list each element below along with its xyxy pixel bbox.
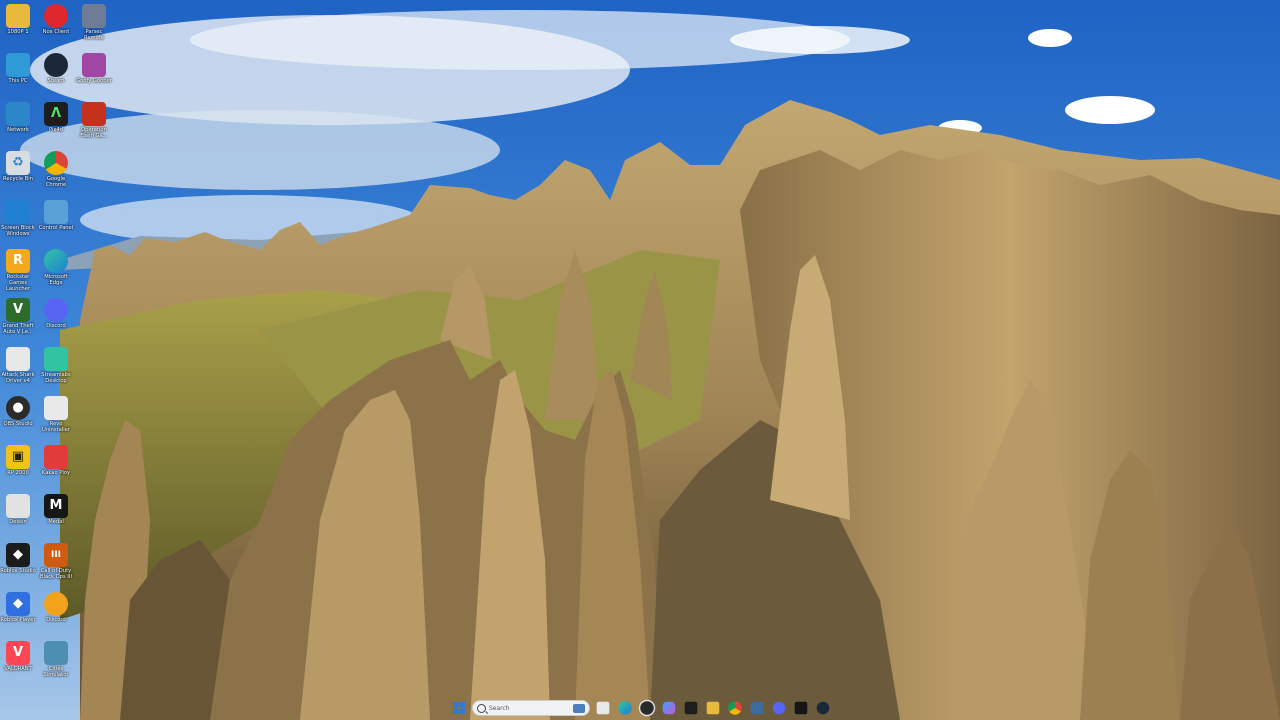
desktop-icon[interactable]: Parsec Remote xyxy=(76,2,112,52)
rabbit-icon xyxy=(6,494,30,518)
edge-button[interactable] xyxy=(618,701,632,715)
search-icon xyxy=(477,703,486,713)
obs-icon xyxy=(640,701,654,715)
obs-button[interactable] xyxy=(640,701,654,715)
desktop-icon[interactable]: Kakao Ploy xyxy=(38,443,74,493)
search-input[interactable]: Search xyxy=(472,700,590,716)
desktop-icon[interactable]: 1080P 1 xyxy=(0,2,36,52)
rockstar-icon: R xyxy=(6,249,30,273)
windows-icon xyxy=(453,702,465,714)
desktop-icon[interactable]: Goofy Goober xyxy=(76,51,112,101)
desktop-icon[interactable]: This PC xyxy=(0,51,36,101)
desktop-icon[interactable]: V Grand Theft Auto V Le... xyxy=(0,296,36,346)
desktop-icon[interactable]: Discord xyxy=(38,296,74,346)
computer-icon xyxy=(6,53,30,77)
recycle-bin-icon: ♻ xyxy=(6,151,30,175)
nox-client-icon xyxy=(44,4,68,28)
desktop-icon[interactable]: Operation Flash Ga... xyxy=(76,100,112,150)
desktop-icon[interactable]: Screen Block Windows xyxy=(0,198,36,248)
chrome-icon xyxy=(728,701,742,715)
robot-icon: ▣ xyxy=(6,445,30,469)
desktop-icon[interactable]: ▣ RP 2000 xyxy=(0,443,36,493)
medal-icon: M xyxy=(44,494,68,518)
picture-icon xyxy=(6,200,30,224)
desktop-icon[interactable]: Control Panel xyxy=(38,198,74,248)
desktop-icon[interactable]: Nox Client xyxy=(38,2,74,52)
desktop-icon[interactable]: Cities Simulator xyxy=(38,639,74,689)
desktop-icon[interactable]: Λ Pix4d xyxy=(38,100,74,150)
gear-icon xyxy=(751,702,764,715)
cities-icon xyxy=(44,641,68,665)
desktop-icon[interactable]: ◆ Roblox Studio xyxy=(0,541,36,591)
copilot-icon xyxy=(663,702,676,715)
desktop-icon[interactable]: Streamlabs Desktop xyxy=(38,345,74,395)
revo-icon xyxy=(44,396,68,420)
folder-icon xyxy=(6,4,30,28)
settings-button[interactable] xyxy=(750,701,764,715)
shark-icon xyxy=(6,347,30,371)
roblox-player-icon: ◆ xyxy=(6,592,30,616)
app-icon xyxy=(44,445,68,469)
desktop-icon[interactable]: ◆ Roblox Player xyxy=(0,590,36,640)
desktop-icon[interactable]: ● OBS Studio xyxy=(0,394,36,444)
pix-icon: Λ xyxy=(44,102,68,126)
desktop-icon[interactable]: V VALORANT xyxy=(0,639,36,689)
wallpaper-image xyxy=(0,0,1280,720)
chrome-button[interactable] xyxy=(728,701,742,715)
folder-icon xyxy=(707,702,720,715)
desktop-icon[interactable]: Network xyxy=(0,100,36,150)
discord-icon xyxy=(773,702,786,715)
pix-icon xyxy=(685,702,698,715)
obs-icon: ● xyxy=(6,396,30,420)
roblox-studio-icon: ◆ xyxy=(6,543,30,567)
start-button[interactable] xyxy=(450,699,468,717)
streamlabs-icon xyxy=(44,347,68,371)
copilot-button[interactable] xyxy=(662,701,676,715)
desktop-icon[interactable]: III Call of Duty Black Ops III xyxy=(38,541,74,591)
taskbar: Search xyxy=(450,697,832,719)
desktop-icon[interactable]: Attack Shark Driver v4 xyxy=(0,345,36,395)
desktop-icon[interactable]: Steam xyxy=(38,51,74,101)
discord-icon xyxy=(44,298,68,322)
edge-icon xyxy=(44,249,68,273)
desktop-icon[interactable]: M Medal xyxy=(38,492,74,542)
search-placeholder: Search xyxy=(489,704,510,712)
explorer-button[interactable] xyxy=(706,701,720,715)
steam-icon xyxy=(817,702,830,715)
file-button[interactable] xyxy=(596,701,610,715)
control-panel-icon xyxy=(44,200,68,224)
desktop-icon[interactable]: Revo Uninstaller xyxy=(38,394,74,444)
discord-icon xyxy=(44,592,68,616)
cod-icon: III xyxy=(44,543,68,567)
gta-icon: V xyxy=(6,298,30,322)
edge-icon xyxy=(618,701,632,715)
steam-icon xyxy=(44,53,68,77)
desktop-icon[interactable]: Microsoft Edge xyxy=(38,247,74,297)
steam-button[interactable] xyxy=(816,701,830,715)
pix-button[interactable] xyxy=(684,701,698,715)
desktop-icon[interactable]: Discord xyxy=(38,590,74,640)
discord-button[interactable] xyxy=(772,701,786,715)
medal-button[interactable] xyxy=(794,701,808,715)
operation-icon xyxy=(82,102,106,126)
desktop-icon[interactable]: ♻ Recycle Bin xyxy=(0,149,36,199)
desktop-icon[interactable]: Deskin xyxy=(0,492,36,542)
desktop-icon[interactable]: Google Chrome xyxy=(38,149,74,199)
parsec-icon xyxy=(82,4,106,28)
search-highlight-icon xyxy=(573,703,585,713)
network-icon xyxy=(6,102,30,126)
document-icon xyxy=(597,702,610,715)
chrome-icon xyxy=(44,151,68,175)
valorant-icon: V xyxy=(6,641,30,665)
medal-icon xyxy=(795,702,808,715)
desktop-icon[interactable]: R Rockstar Games Launcher xyxy=(0,247,36,297)
desktop: 1080P 1 This PC Network ♻ Recycle Bin Sc… xyxy=(0,0,1280,720)
goofy-icon xyxy=(82,53,106,77)
